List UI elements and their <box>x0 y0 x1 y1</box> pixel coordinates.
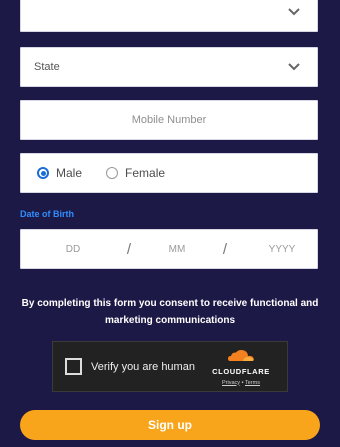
mobile-number-placeholder: Mobile Number <box>131 114 207 126</box>
cloud-icon <box>227 348 255 366</box>
dob-separator: / <box>126 240 132 258</box>
radio-unchecked-icon[interactable] <box>106 167 119 179</box>
dob-year-input[interactable]: YYYY <box>229 244 335 255</box>
cloudflare-logo-text: CLOUDFLARE <box>212 366 270 376</box>
captcha-widget: Verify you are human CLOUDFLARE Privacy … <box>52 341 288 392</box>
state-select[interactable]: State <box>20 47 318 87</box>
terms-link[interactable]: Terms <box>245 380 260 386</box>
sign-up-button[interactable]: Sign up <box>20 410 320 440</box>
gender-radio-group: Male Female <box>20 153 318 193</box>
link-separator: • <box>241 379 244 386</box>
privacy-link[interactable]: Privacy <box>222 380 240 386</box>
gender-male-label: Male <box>56 166 83 180</box>
chevron-down-icon <box>287 60 301 74</box>
gender-option-female[interactable]: Female <box>106 166 165 180</box>
date-of-birth-label: Date of Birth <box>20 209 74 219</box>
dob-separator: / <box>222 240 228 258</box>
gender-option-male[interactable]: Male <box>37 166 82 180</box>
captcha-label: Verify you are human <box>91 360 195 373</box>
captcha-links: Privacy • Terms <box>222 380 260 386</box>
consent-text: By completing this form you consent to r… <box>21 298 319 326</box>
mobile-number-input[interactable]: Mobile Number <box>20 100 318 140</box>
date-of-birth-field: DD / MM / YYYY <box>20 229 318 269</box>
state-select-label: State <box>34 61 60 73</box>
gender-female-label: Female <box>125 166 166 180</box>
top-select[interactable] <box>20 0 318 32</box>
chevron-down-icon <box>287 5 301 19</box>
radio-checked-icon[interactable] <box>37 167 49 179</box>
dob-day-input[interactable]: DD <box>21 244 125 255</box>
dob-month-input[interactable]: MM <box>133 244 221 255</box>
cloudflare-branding: CLOUDFLARE Privacy • Terms <box>203 348 279 386</box>
captcha-checkbox[interactable] <box>65 358 82 375</box>
